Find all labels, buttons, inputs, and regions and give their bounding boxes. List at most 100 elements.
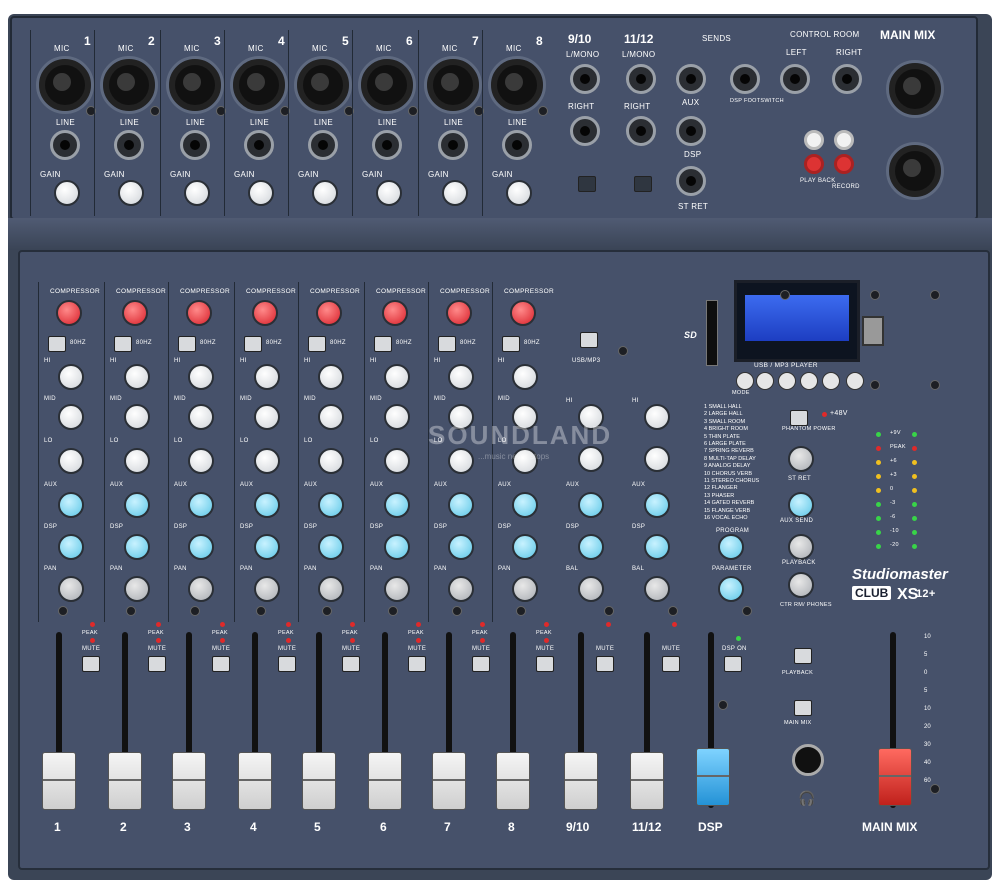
eq-mid-knob[interactable] [58,404,84,430]
rca-record-right[interactable] [834,154,854,174]
mic-xlr-input[interactable] [358,56,416,114]
pan-knob[interactable] [448,576,474,602]
player-button[interactable] [756,372,774,390]
eq-hi-knob[interactable] [318,364,344,390]
rca-playback-right[interactable] [804,154,824,174]
channel-fader[interactable] [496,752,530,810]
pan-knob[interactable] [254,576,280,602]
sd-card-slot[interactable] [706,300,718,366]
mute-button[interactable] [472,656,490,672]
eq-hi-knob[interactable] [384,364,410,390]
line-jack-input[interactable] [308,130,338,160]
gain-knob[interactable] [312,180,338,206]
aux-send-jack[interactable] [676,64,706,94]
usb-mp3-button[interactable] [580,332,598,348]
eq-lo-knob[interactable] [124,448,150,474]
aux-knob[interactable] [254,492,280,518]
eq-mid-knob[interactable] [188,404,214,430]
pan-knob[interactable] [318,576,344,602]
gain-knob[interactable] [376,180,402,206]
gain-knob[interactable] [506,180,532,206]
gain-knob[interactable] [184,180,210,206]
level-switch[interactable] [578,176,596,192]
low-cut-button[interactable] [244,336,262,352]
pan-knob[interactable] [512,576,538,602]
aux-knob[interactable] [188,492,214,518]
eq-lo-knob[interactable] [254,448,280,474]
mute-button[interactable] [662,656,680,672]
stereo-fader[interactable] [630,752,664,810]
dsp-knob[interactable] [448,534,474,560]
aux-knob[interactable] [448,492,474,518]
compressor-knob[interactable] [446,300,472,326]
parameter-knob[interactable] [718,576,744,602]
player-button[interactable] [846,372,864,390]
mute-button[interactable] [536,656,554,672]
compressor-knob[interactable] [186,300,212,326]
eq-hi-knob[interactable] [448,364,474,390]
gain-knob[interactable] [248,180,274,206]
player-button[interactable] [778,372,796,390]
mic-xlr-input[interactable] [424,56,482,114]
line-jack-input[interactable] [180,130,210,160]
low-cut-button[interactable] [502,336,520,352]
gain-knob[interactable] [442,180,468,206]
main-mix-right-xlr[interactable] [886,142,944,200]
channel-fader[interactable] [302,752,336,810]
eq-lo-knob[interactable] [448,448,474,474]
rca-playback-left[interactable] [804,130,824,150]
dsp-send-jack[interactable] [676,116,706,146]
mute-button[interactable] [148,656,166,672]
low-cut-button[interactable] [438,336,456,352]
playback-level-knob[interactable] [788,534,814,560]
channel-fader[interactable] [108,752,142,810]
headphone-jack[interactable] [792,744,824,776]
line-jack-input[interactable] [502,130,532,160]
mute-button[interactable] [212,656,230,672]
gain-knob[interactable] [54,180,80,206]
balance-knob[interactable] [578,576,604,602]
stereo-fader[interactable] [564,752,598,810]
aux-knob[interactable] [318,492,344,518]
dsp-knob[interactable] [644,534,670,560]
aux-knob[interactable] [512,492,538,518]
channel-fader[interactable] [432,752,466,810]
mic-xlr-input[interactable] [36,56,94,114]
line-jack-input[interactable] [438,130,468,160]
aux-knob[interactable] [644,492,670,518]
ctr-rm-phones-knob[interactable] [788,572,814,598]
low-cut-button[interactable] [374,336,392,352]
right-jack-input[interactable] [570,116,600,146]
pan-knob[interactable] [124,576,150,602]
main-mix-left-xlr[interactable] [886,60,944,118]
player-button[interactable] [800,372,818,390]
mic-xlr-input[interactable] [166,56,224,114]
channel-fader[interactable] [172,752,206,810]
mic-xlr-input[interactable] [230,56,288,114]
lmono-jack-input[interactable] [626,64,656,94]
aux-knob[interactable] [58,492,84,518]
gain-knob[interactable] [118,180,144,206]
eq-lo-knob[interactable] [384,448,410,474]
mic-xlr-input[interactable] [100,56,158,114]
eq-mid-knob[interactable] [124,404,150,430]
dsp-on-button[interactable] [724,656,742,672]
line-jack-input[interactable] [114,130,144,160]
low-cut-button[interactable] [48,336,66,352]
aux-knob[interactable] [578,492,604,518]
compressor-knob[interactable] [510,300,536,326]
player-button[interactable] [736,372,754,390]
line-jack-input[interactable] [372,130,402,160]
mute-button[interactable] [278,656,296,672]
rca-record-left[interactable] [834,130,854,150]
aux-send-knob[interactable] [788,492,814,518]
dsp-knob[interactable] [384,534,410,560]
usb-port[interactable] [862,316,884,346]
eq-hi-knob[interactable] [124,364,150,390]
channel-fader[interactable] [238,752,272,810]
dsp-knob[interactable] [58,534,84,560]
eq-hi-knob[interactable] [644,404,670,430]
level-switch[interactable] [634,176,652,192]
eq-mid-knob[interactable] [318,404,344,430]
pan-knob[interactable] [384,576,410,602]
